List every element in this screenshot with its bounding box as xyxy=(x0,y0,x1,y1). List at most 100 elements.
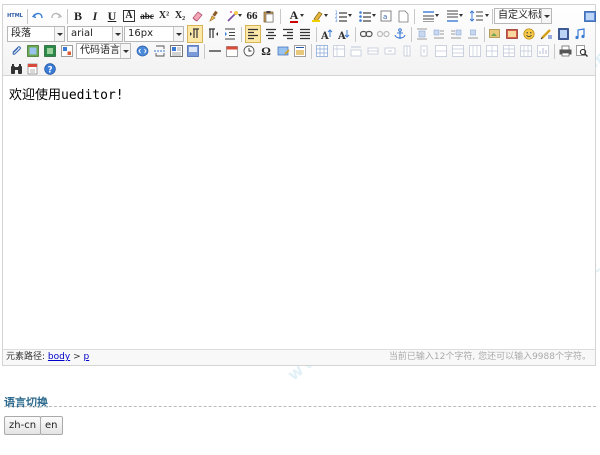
underline-button[interactable]: U xyxy=(105,7,119,25)
insertframe-button[interactable] xyxy=(26,42,40,60)
justifycenter-button[interactable] xyxy=(264,25,278,43)
touppercase-button[interactable]: A xyxy=(320,25,334,43)
editor-content-area[interactable]: 欢迎使用ueditor! xyxy=(3,76,595,349)
font-size-value: 16px xyxy=(128,28,153,39)
element-path-body-link[interactable]: body xyxy=(48,352,70,362)
code-language-select[interactable]: 代码语言 xyxy=(76,43,131,59)
word-image-icon xyxy=(294,45,306,57)
snapscreen-button[interactable] xyxy=(276,42,290,60)
imageleft-button[interactable] xyxy=(432,25,446,43)
directionalityltr-button[interactable] xyxy=(187,25,203,43)
undo-button[interactable] xyxy=(31,7,45,25)
emotion-button[interactable] xyxy=(522,25,536,43)
removeformat-button[interactable] xyxy=(190,7,204,25)
pagebreak-button[interactable] xyxy=(152,42,166,60)
insertrow-button[interactable] xyxy=(366,42,380,60)
template-button[interactable] xyxy=(169,42,183,60)
deletecol-button[interactable] xyxy=(417,42,431,60)
superscript-icon: X² xyxy=(158,10,170,21)
deletetable-button[interactable] xyxy=(332,42,346,60)
insertorderedlist-button[interactable]: 123 xyxy=(331,7,352,25)
music-button[interactable] xyxy=(573,25,587,43)
source-html-button[interactable]: HTML xyxy=(7,7,23,25)
charts-button[interactable] xyxy=(536,42,550,60)
svg-text:3: 3 xyxy=(335,18,338,22)
link-button[interactable] xyxy=(359,25,373,43)
formatmatch-button[interactable] xyxy=(207,7,221,25)
strikethrough-button[interactable]: abc xyxy=(139,7,155,25)
imagenone-button[interactable] xyxy=(415,25,429,43)
superscript-button[interactable]: X² xyxy=(157,7,171,25)
insertparagraphbeforetable-button[interactable] xyxy=(349,42,363,60)
webapp-button[interactable] xyxy=(60,42,74,60)
scrawl-button[interactable] xyxy=(539,25,553,43)
custom-title-select[interactable]: 自定义标题 xyxy=(494,8,552,24)
paragraph-select[interactable]: 段落 xyxy=(7,26,65,42)
tolowercase-button[interactable]: A xyxy=(337,25,351,43)
forecolor-button[interactable]: A xyxy=(284,7,304,25)
anchor-button[interactable] xyxy=(393,25,407,43)
insertunorderedlist-button[interactable] xyxy=(355,7,376,25)
rowspacingtop-button[interactable] xyxy=(418,7,439,25)
rtl-icon xyxy=(209,28,218,38)
time-button[interactable] xyxy=(242,42,256,60)
element-path-label: 元素路径: xyxy=(6,352,46,362)
justifyright-button[interactable] xyxy=(281,25,295,43)
preview-button[interactable] xyxy=(575,42,589,60)
backcolor-button[interactable] xyxy=(307,7,328,25)
insertimage-button[interactable] xyxy=(505,25,519,43)
imageright-button[interactable] xyxy=(449,25,463,43)
font-family-select[interactable]: arial xyxy=(67,26,123,42)
lang-zh-cn-button[interactable]: zh-cn xyxy=(4,416,42,435)
splittocells-button[interactable] xyxy=(485,42,499,60)
horizontal-rule-icon xyxy=(209,50,221,52)
subscript-button[interactable]: X₂ xyxy=(173,7,187,25)
editor-toolbar: HTML B I U A abc X² X₂ 66 A 1 2 3 a 自定义标… xyxy=(3,5,597,76)
blockquote-button[interactable]: 66 xyxy=(245,7,259,25)
attachment-button[interactable] xyxy=(9,42,23,60)
map-button[interactable] xyxy=(43,42,57,60)
italic-button[interactable]: I xyxy=(88,7,102,25)
simpleupload-button[interactable] xyxy=(488,25,502,43)
mergecells-button[interactable] xyxy=(434,42,448,60)
rowspacingbottom-button[interactable] xyxy=(442,7,463,25)
ordered-list-icon: 123 xyxy=(335,10,347,22)
imagecenter-button[interactable] xyxy=(466,25,480,43)
horizontal-button[interactable] xyxy=(208,42,222,60)
lang-en-button[interactable]: en xyxy=(40,416,63,435)
indent-button[interactable] xyxy=(223,25,237,43)
print-button[interactable] xyxy=(558,42,572,60)
date-button[interactable] xyxy=(225,42,239,60)
insertcol-button[interactable] xyxy=(400,42,414,60)
directionalityrtl-button[interactable] xyxy=(206,25,220,43)
justifyjustify-button[interactable] xyxy=(298,25,312,43)
lineheight-button[interactable] xyxy=(466,7,489,25)
wordimage-button[interactable] xyxy=(293,42,307,60)
spechars-button[interactable]: Ω xyxy=(259,42,273,60)
redo-icon xyxy=(51,12,62,19)
fullscreen-icon xyxy=(584,10,596,22)
fullscreen-button[interactable] xyxy=(583,7,597,25)
insertcode-button[interactable] xyxy=(135,42,149,60)
cleardoc-button[interactable] xyxy=(396,7,410,25)
pasteplain-button[interactable] xyxy=(262,7,276,25)
deleterow-button[interactable] xyxy=(383,42,397,60)
justifyleft-button[interactable] xyxy=(245,25,261,43)
toolbar-separator xyxy=(554,44,555,59)
inserttable-button[interactable] xyxy=(315,42,329,60)
fontborder-button[interactable]: A xyxy=(122,7,136,25)
splittorows-button[interactable] xyxy=(502,42,516,60)
background-button[interactable] xyxy=(186,42,200,60)
autotypeset-button[interactable] xyxy=(223,7,242,25)
element-path-p-link[interactable]: p xyxy=(83,352,89,362)
merge-down-icon xyxy=(469,45,481,57)
font-size-select[interactable]: 16px xyxy=(124,26,184,42)
bold-button[interactable]: B xyxy=(71,7,85,25)
insertvideo-button[interactable] xyxy=(556,25,570,43)
redo-button[interactable] xyxy=(49,7,63,25)
mergedown-button[interactable] xyxy=(468,42,482,60)
selectall-button[interactable]: a xyxy=(379,7,393,25)
splittocols-button[interactable] xyxy=(519,42,533,60)
mergeright-button[interactable] xyxy=(451,42,465,60)
unlink-button[interactable] xyxy=(376,25,390,43)
